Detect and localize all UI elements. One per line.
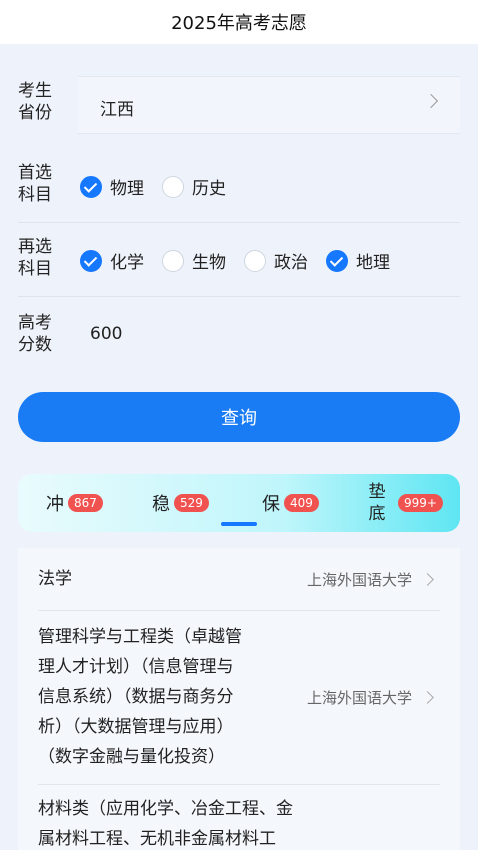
major-line: 材料类（应用化学、冶金工程、金 — [38, 799, 293, 819]
selected-tab-indicator — [221, 522, 257, 526]
score-label: 高考 分数 — [18, 312, 64, 356]
tab-wen[interactable]: 稳 529 — [152, 474, 209, 532]
major-line: 信息系统）（数据与商务分 — [38, 687, 234, 707]
tab-diandi[interactable]: 垫 底 999+ — [366, 474, 443, 532]
query-form: 考生 省份 江西 首选 科目 物理 历史 再选 科目 化学 生物 政治 地理 高… — [0, 44, 478, 384]
major-line: 析）（大数据管理与应用） — [38, 717, 234, 737]
checked-checkbox-icon — [326, 249, 348, 272]
list-item[interactable]: 法学 上海外国语大学 — [18, 548, 460, 610]
option-history[interactable]: 历史 — [162, 174, 226, 199]
second-subject-label: 再选 科目 — [18, 236, 64, 280]
tab-label-line1: 垫 — [368, 482, 386, 502]
chevron-right-icon — [423, 93, 439, 109]
province-value: 江西 — [100, 100, 134, 120]
unchecked-checkbox-icon — [244, 249, 266, 272]
option-physics[interactable]: 物理 — [80, 174, 144, 199]
option-politics[interactable]: 政治 — [244, 248, 308, 273]
school-name: 上海外国语大学 — [306, 571, 412, 589]
province-label: 考生 省份 — [18, 80, 64, 124]
second-subject-label-line1: 再选 — [18, 237, 52, 257]
major-line: （数字金融与量化投资） — [38, 747, 225, 767]
chevron-right-icon — [421, 573, 434, 586]
major-name: 法学 — [38, 564, 288, 594]
count-badge: 529 — [174, 494, 209, 512]
option-label: 历史 — [192, 179, 226, 199]
unchecked-radio-icon — [162, 175, 184, 198]
option-biology[interactable]: 生物 — [162, 248, 226, 273]
tab-bao[interactable]: 保 409 — [262, 474, 319, 532]
score-label-line2: 分数 — [18, 335, 52, 355]
second-subject-label-line2: 科目 — [18, 259, 52, 279]
province-label-line1: 考生 — [18, 81, 52, 101]
count-badge: 999+ — [398, 494, 443, 512]
first-subject-label-line2: 科目 — [18, 185, 52, 205]
tab-label: 冲 — [46, 494, 64, 515]
divider — [18, 222, 460, 223]
chevron-right-icon — [421, 691, 434, 704]
major-name: 管理科学与工程类（卓越管 理人才计划）（信息管理与 信息系统）（数据与商务分 析… — [38, 622, 288, 772]
major-name: 材料类（应用化学、冶金工程、金 属材料工程、无机非金属材料工 — [38, 794, 358, 850]
major-line: 管理科学与工程类（卓越管 — [38, 627, 242, 647]
count-badge: 409 — [284, 494, 319, 512]
app-header: 2025年高考志愿 — [0, 0, 478, 44]
province-select[interactable]: 江西 — [78, 76, 460, 134]
option-label: 地理 — [356, 253, 390, 273]
checked-radio-icon — [80, 175, 102, 198]
page-title: 2025年高考志愿 — [171, 13, 307, 34]
school-name: 上海外国语大学 — [306, 689, 412, 707]
checked-checkbox-icon — [80, 249, 102, 272]
option-chemistry[interactable]: 化学 — [80, 248, 144, 273]
tab-label: 稳 — [152, 494, 170, 515]
list-item[interactable]: 管理科学与工程类（卓越管 理人才计划）（信息管理与 信息系统）（数据与商务分 析… — [18, 610, 460, 784]
results-list: 法学 上海外国语大学 管理科学与工程类（卓越管 理人才计划）（信息管理与 信息系… — [18, 548, 460, 850]
major-line: 属材料工程、无机非金属材料工 — [38, 829, 276, 849]
option-label: 政治 — [274, 253, 308, 273]
score-label-line1: 高考 — [18, 313, 52, 333]
option-label: 生物 — [192, 253, 226, 273]
list-item[interactable]: 材料类（应用化学、冶金工程、金 属材料工程、无机非金属材料工 — [18, 784, 460, 850]
tab-label: 保 — [262, 494, 280, 515]
major-line: 法学 — [38, 569, 72, 589]
tab-chong[interactable]: 冲 867 — [46, 474, 103, 532]
count-badge: 867 — [68, 494, 103, 512]
option-label: 物理 — [110, 179, 144, 199]
score-input[interactable]: 600 — [90, 324, 122, 344]
option-geography[interactable]: 地理 — [326, 248, 390, 273]
first-subject-label-line1: 首选 — [18, 163, 52, 183]
option-label: 化学 — [110, 253, 144, 273]
tab-label: 垫 底 — [366, 481, 388, 525]
province-label-line2: 省份 — [18, 103, 52, 123]
unchecked-checkbox-icon — [162, 249, 184, 272]
major-line: 理人才计划）（信息管理与 — [38, 657, 234, 677]
divider — [18, 296, 460, 297]
query-button[interactable]: 查询 — [18, 392, 460, 442]
first-subject-label: 首选 科目 — [18, 162, 64, 206]
tab-label-line2: 底 — [368, 504, 386, 524]
